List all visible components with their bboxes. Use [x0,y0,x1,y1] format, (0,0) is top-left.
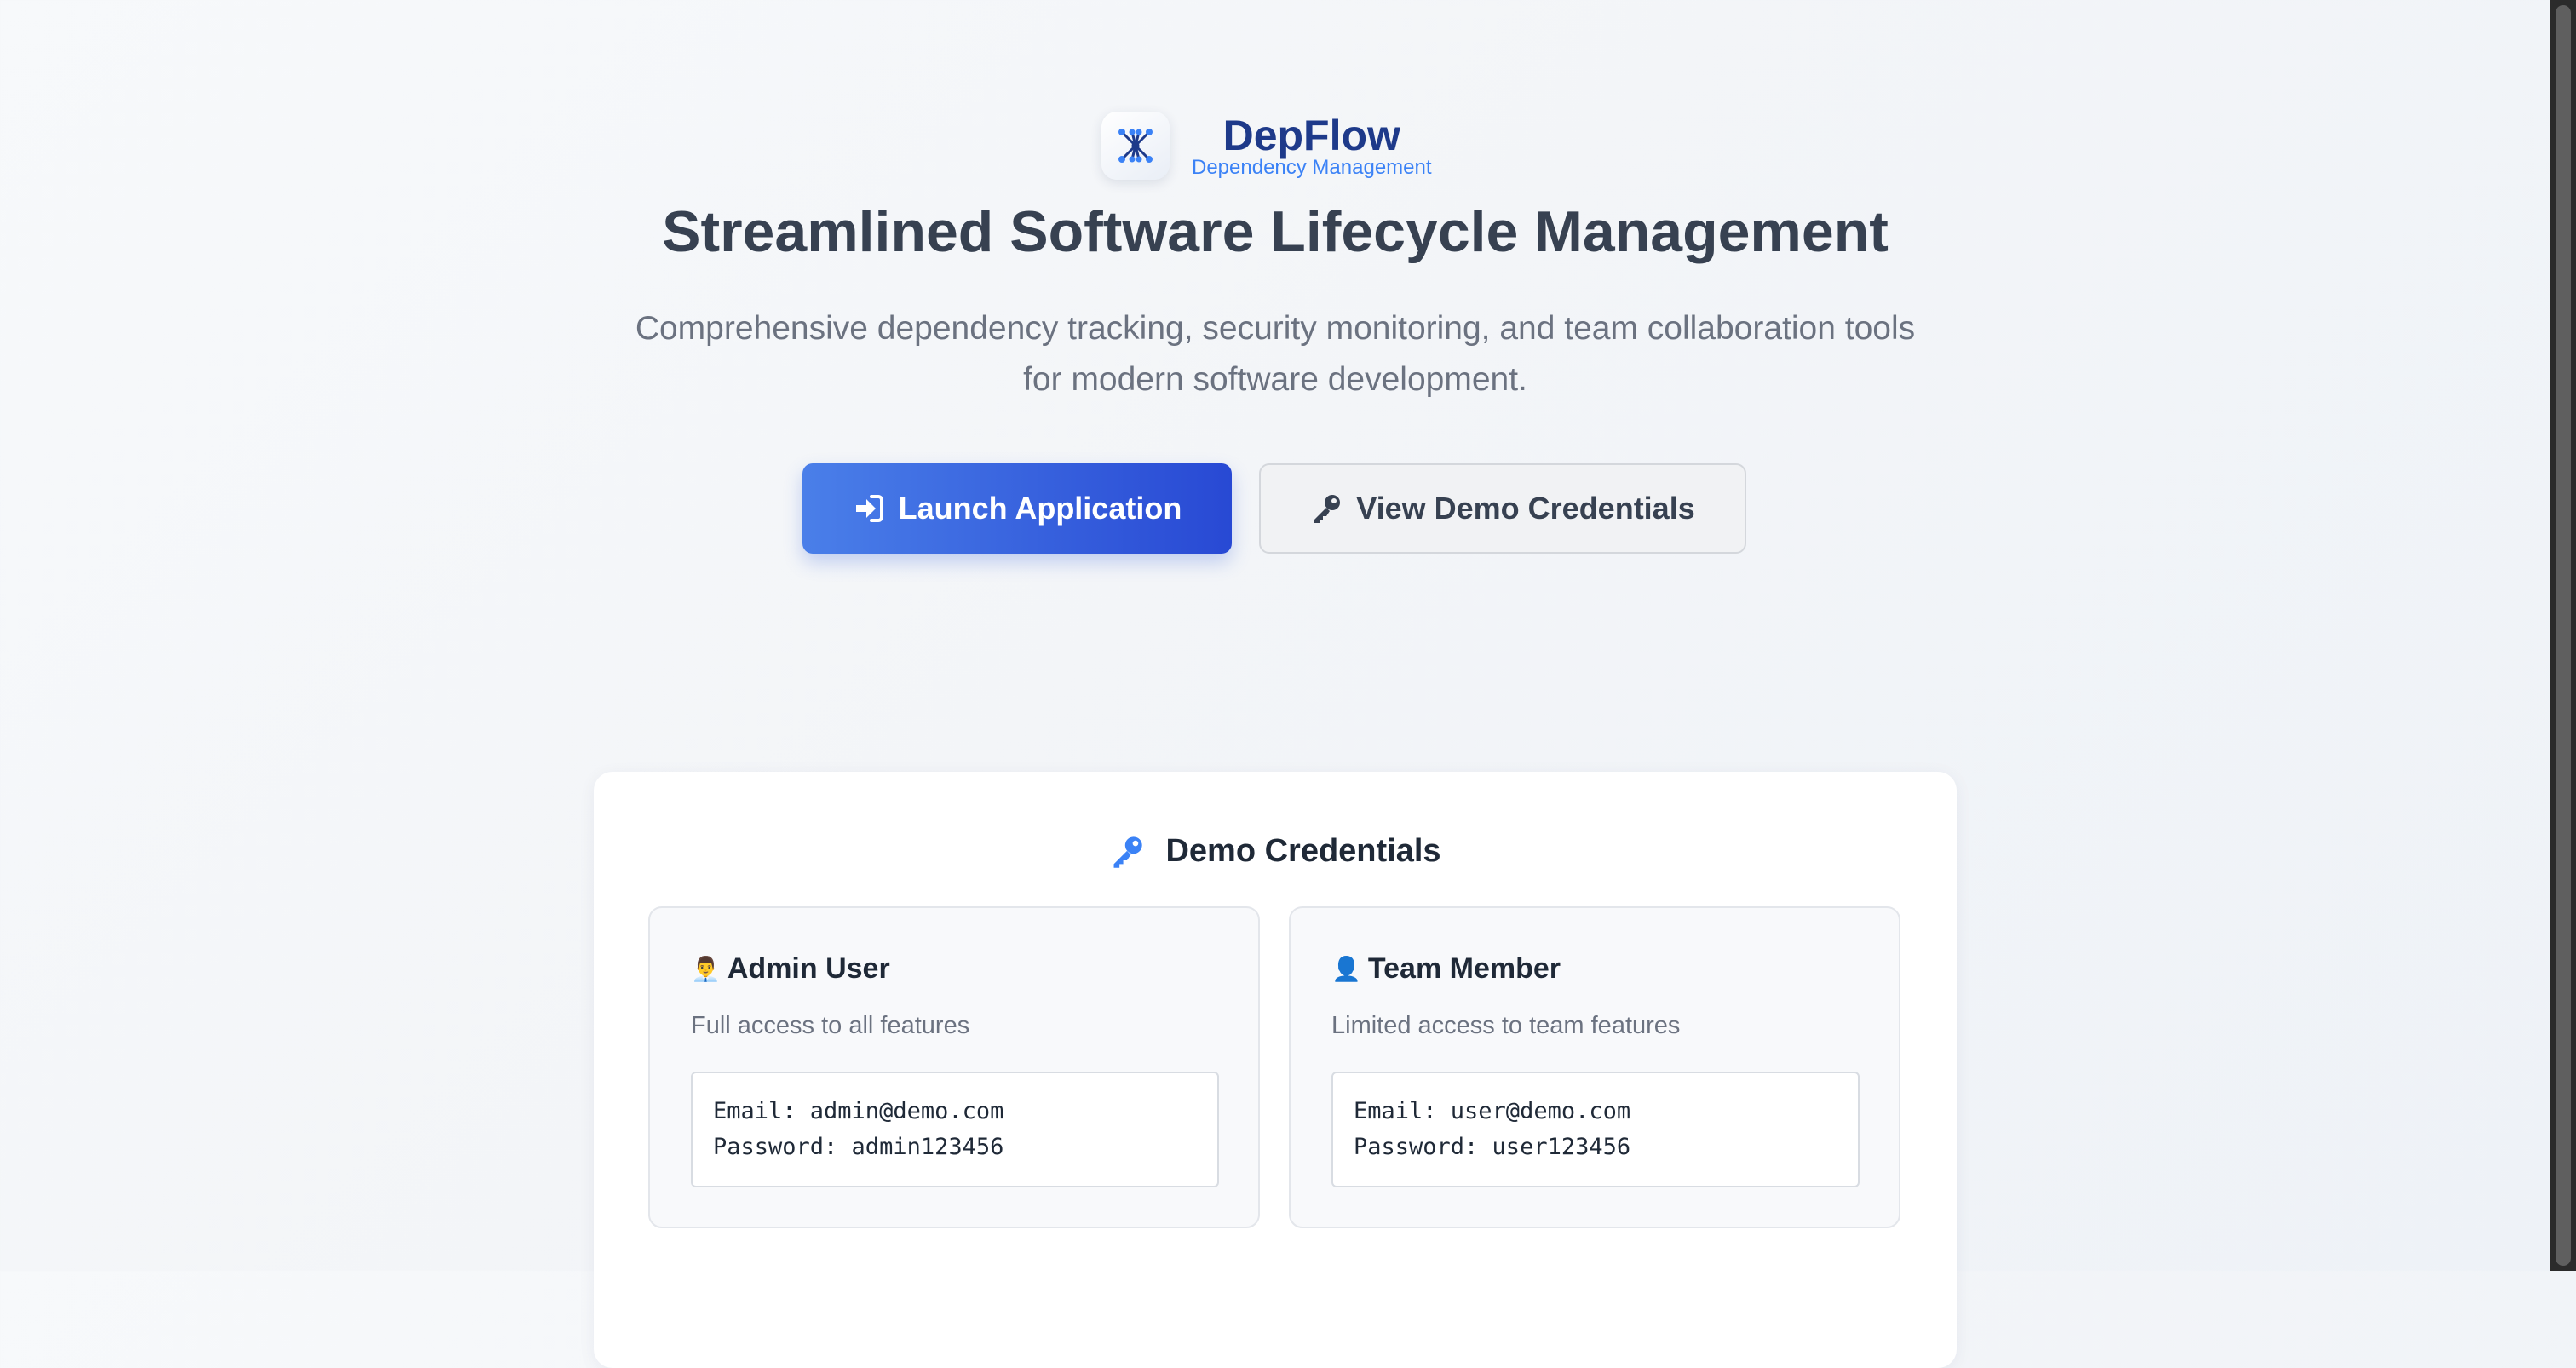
view-demo-credentials-button[interactable]: View Demo Credentials [1259,463,1746,554]
demo-credentials-card: Demo Credentials 👨‍💼 Admin User Full acc… [594,772,1957,1368]
hero-subtitle-line-2: for modern software development. [1023,361,1527,398]
cta-buttons: Launch Application View Demo Credentials [802,463,1746,554]
key-icon [1109,834,1145,870]
admin-description: Full access to all features [691,1012,970,1039]
member-heading: 👤 Team Member [1331,952,1561,986]
hero-subtitle-line-1: Comprehensive dependency tracking, secur… [635,310,1916,347]
scrollbar-thumb[interactable] [2556,5,2571,1266]
member-description: Limited access to team features [1331,1012,1681,1039]
landing-page: DepFlow Dependency Management Streamline… [0,0,2550,1368]
admin-heading: 👨‍💼 Admin User [691,952,890,986]
brand-header[interactable]: DepFlow Dependency Management [1101,109,1432,182]
member-avatar-icon: 👤 [1331,955,1361,982]
admin-credentials-code[interactable]: Email: admin@demo.com Password: admin123… [691,1072,1219,1187]
admin-avatar-icon: 👨‍💼 [691,955,721,982]
view-demo-credentials-label: View Demo Credentials [1356,491,1695,526]
member-email: Email: user@demo.com [1354,1098,1631,1124]
demo-credentials-heading: Demo Credentials [594,833,1957,870]
member-credential-box[interactable]: 👤 Team Member Limited access to team fea… [1289,906,1900,1228]
launch-application-button[interactable]: Launch Application [802,463,1232,554]
launch-application-label: Launch Application [898,491,1182,526]
brand-tagline: Dependency Management [1192,156,1432,179]
hero-subtitle: Comprehensive dependency tracking, secur… [0,303,2550,405]
admin-title: Admin User [727,952,890,985]
admin-credential-box[interactable]: 👨‍💼 Admin User Full access to all featur… [648,906,1260,1228]
admin-email: Email: admin@demo.com [713,1098,1004,1124]
hero-title: Streamlined Software Lifecycle Managemen… [662,199,1889,264]
member-credentials-code[interactable]: Email: user@demo.com Password: user12345… [1331,1072,1860,1187]
sign-in-icon [853,493,885,524]
member-title: Team Member [1367,952,1561,985]
brand-name: DepFlow [1222,112,1400,159]
admin-password: Password: admin123456 [713,1134,1004,1160]
member-password: Password: user123456 [1354,1134,1631,1160]
key-icon [1310,492,1343,525]
vertical-scrollbar[interactable] [2550,0,2576,1271]
demo-credentials-title: Demo Credentials [1165,833,1441,869]
brand-text: DepFlow Dependency Management [1192,112,1432,179]
network-graph-icon [1101,112,1170,180]
